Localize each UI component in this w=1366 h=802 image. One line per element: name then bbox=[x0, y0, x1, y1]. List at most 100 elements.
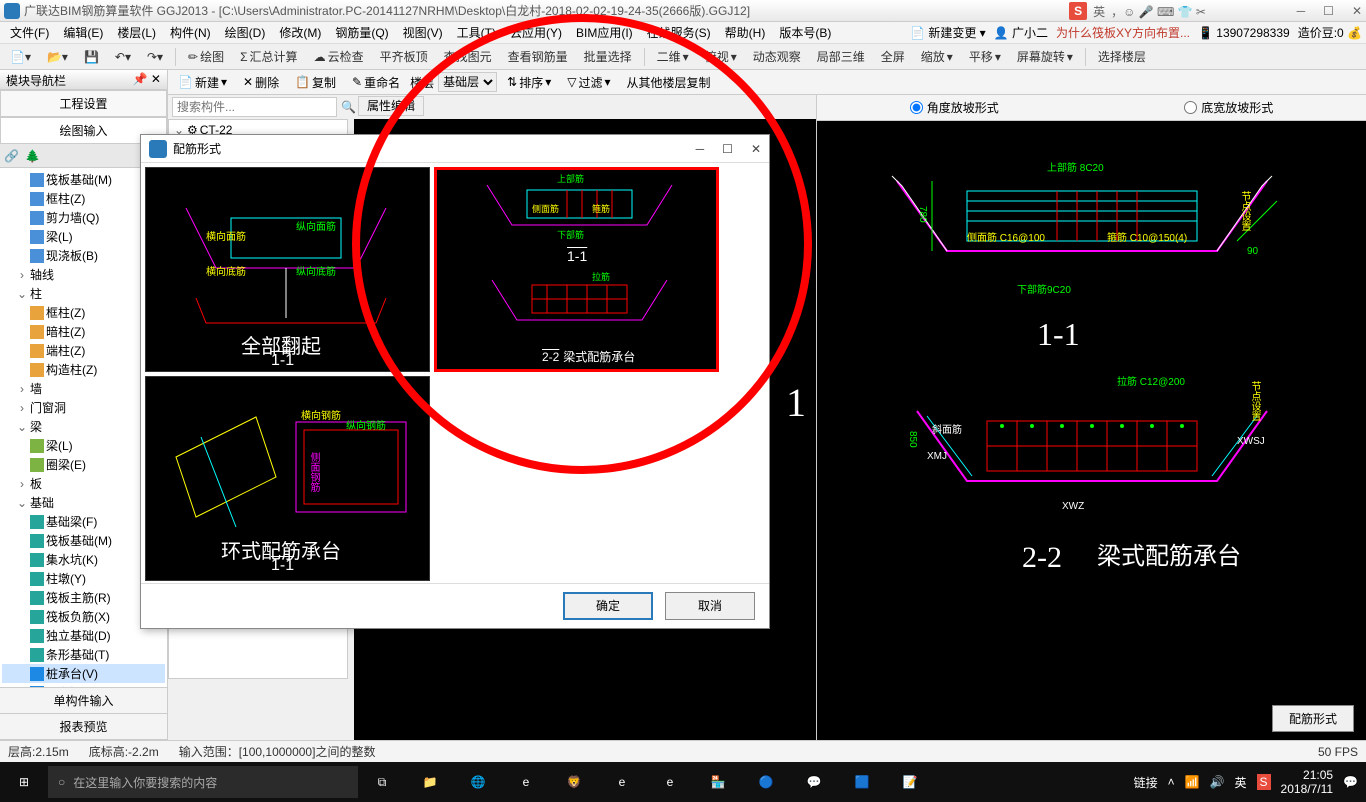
tray-ime-icon[interactable]: 英 bbox=[1235, 774, 1247, 791]
cancel-button[interactable]: 取消 bbox=[665, 592, 755, 620]
config-style-button[interactable]: 配筋形式 bbox=[1272, 705, 1354, 732]
tab-single-input[interactable]: 单构件输入 bbox=[0, 688, 167, 714]
filter-button[interactable]: ▽ 过滤▾ bbox=[561, 72, 616, 93]
taskbar-app-2[interactable]: 🌐 bbox=[454, 762, 502, 802]
menu-rebar[interactable]: 钢筋量(Q) bbox=[329, 22, 394, 43]
tray-sogou-icon[interactable]: S bbox=[1257, 774, 1271, 790]
menu-cloud[interactable]: 云应用(Y) bbox=[504, 22, 568, 43]
taskbar-app-8[interactable]: 🔵 bbox=[742, 762, 790, 802]
menu-version[interactable]: 版本号(B) bbox=[773, 22, 837, 43]
menu-file[interactable]: 文件(F) bbox=[4, 22, 55, 43]
tray-connection[interactable]: 链接 bbox=[1134, 774, 1158, 791]
align-top-button[interactable]: 平齐板顶 bbox=[374, 46, 434, 67]
menu-edit[interactable]: 编辑(E) bbox=[57, 22, 109, 43]
menu-modify[interactable]: 修改(M) bbox=[273, 22, 327, 43]
find-button[interactable]: 查找图元 bbox=[438, 46, 498, 67]
menu-draw[interactable]: 绘图(D) bbox=[219, 22, 272, 43]
taskbar-app-9[interactable]: 💬 bbox=[790, 762, 838, 802]
menu-online[interactable]: 在线服务(S) bbox=[641, 22, 717, 43]
dialog-maximize-icon[interactable]: ☐ bbox=[722, 142, 733, 156]
radio-width-slope[interactable]: 底宽放坡形式 bbox=[1184, 99, 1273, 116]
tree-item[interactable]: 条形基础(T) bbox=[2, 645, 165, 664]
redo-icon[interactable]: ↷▾ bbox=[141, 48, 169, 66]
user-label[interactable]: 👤 广小二 bbox=[994, 24, 1048, 41]
tray-volume-icon[interactable]: 🔊 bbox=[1210, 775, 1225, 789]
diagram-svg bbox=[817, 121, 1366, 681]
tab-report-preview[interactable]: 报表预览 bbox=[0, 714, 167, 740]
copy-button[interactable]: 📋 复制 bbox=[289, 72, 342, 93]
menu-bim[interactable]: BIM应用(I) bbox=[570, 22, 639, 43]
save-icon[interactable]: 💾 bbox=[78, 48, 105, 66]
menu-tool[interactable]: 工具(T) bbox=[451, 22, 502, 43]
ime-lang[interactable]: 英 bbox=[1093, 3, 1105, 20]
tray-clock[interactable]: 21:052018/7/11 bbox=[1281, 768, 1334, 797]
menu-view[interactable]: 视图(V) bbox=[397, 22, 449, 43]
taskbar-app-4[interactable]: 🦁 bbox=[550, 762, 598, 802]
taskbar-app-7[interactable]: 🏪 bbox=[694, 762, 742, 802]
local-3d-button[interactable]: 局部三维 bbox=[811, 46, 871, 67]
delete-button[interactable]: ✕ 删除 bbox=[237, 72, 285, 93]
cloud-check-button[interactable]: ☁ 云检查 bbox=[308, 46, 370, 67]
taskbar-app-1[interactable]: 📁 bbox=[406, 762, 454, 802]
radio-angle-slope[interactable]: 角度放坡形式 bbox=[910, 99, 999, 116]
2d-button[interactable]: 二维▾ bbox=[651, 46, 695, 67]
rename-button[interactable]: ✎ 重命名 bbox=[346, 72, 406, 93]
style-thumb-3[interactable]: 横向钢筋 纵向钢筋 侧面钢筋 环式配筋承台 1-1 bbox=[145, 376, 430, 581]
new-component-button[interactable]: 📄 新建▾ bbox=[172, 72, 233, 93]
link-icon[interactable]: 🔗 bbox=[4, 149, 19, 163]
floor-select[interactable]: 基础层 bbox=[438, 72, 497, 92]
minimize-icon[interactable]: ─ bbox=[1297, 4, 1306, 18]
view-rebar-button[interactable]: 查看钢筋量 bbox=[502, 46, 574, 67]
pin-icon[interactable]: 📌 ✕ bbox=[133, 72, 161, 87]
node-settings-2[interactable]: 节点设置 bbox=[1247, 381, 1262, 421]
style-thumb-2[interactable]: 上部筋 侧面筋 箍筋 下部筋 1-1 拉筋 2-2 梁式配筋承台 bbox=[434, 167, 719, 372]
orbit-button[interactable]: 动态观察 bbox=[747, 46, 807, 67]
status-fps: 50 FPS bbox=[1318, 745, 1358, 759]
dialog-minimize-icon[interactable]: ─ bbox=[696, 142, 705, 156]
taskbar-app-6[interactable]: e bbox=[646, 762, 694, 802]
top-view-button[interactable]: 俯视▾ bbox=[699, 46, 743, 67]
taskbar-app-5[interactable]: e bbox=[598, 762, 646, 802]
dialog-close-icon[interactable]: ✕ bbox=[751, 142, 761, 156]
fullscreen-button[interactable]: 全屏 bbox=[875, 46, 911, 67]
taskbar-search[interactable]: ○ 在这里输入你要搜索的内容 bbox=[48, 766, 358, 798]
undo-icon[interactable]: ↶▾ bbox=[109, 48, 137, 66]
tree-item[interactable]: 桩承台(V) bbox=[2, 664, 165, 683]
property-edit-button[interactable]: 属性编辑 bbox=[358, 96, 424, 116]
ime-icons[interactable]: ，☺ 🎤 ⌨ 👕 ✂ bbox=[1111, 3, 1206, 20]
search-input[interactable] bbox=[172, 97, 337, 117]
dim-780: 780 bbox=[917, 206, 928, 223]
open-file-icon[interactable]: 📂▾ bbox=[41, 48, 74, 66]
taskbar-app-10[interactable]: 🟦 bbox=[838, 762, 886, 802]
task-view-icon[interactable]: ⧉ bbox=[358, 762, 406, 802]
ok-button[interactable]: 确定 bbox=[563, 592, 653, 620]
tab-project-settings[interactable]: 工程设置 bbox=[0, 90, 167, 117]
menu-help[interactable]: 帮助(H) bbox=[719, 22, 772, 43]
style-thumb-1[interactable]: 横向面筋 纵向面筋 横向底筋 纵向底筋 全部翻起 1-1 bbox=[145, 167, 430, 372]
sort-button[interactable]: ⇅ 排序▾ bbox=[501, 72, 557, 93]
tray-network-icon[interactable]: 📶 bbox=[1185, 775, 1200, 789]
tray-notifications-icon[interactable]: 💬 bbox=[1343, 775, 1358, 789]
taskbar-app-3[interactable]: e bbox=[502, 762, 550, 802]
draw-button[interactable]: ✏ 绘图 bbox=[182, 46, 230, 67]
ad-link[interactable]: 为什么筏板XY方向布置... bbox=[1056, 24, 1190, 41]
pan-button[interactable]: 平移▾ bbox=[963, 46, 1007, 67]
taskbar-app-11[interactable]: 📝 bbox=[886, 762, 934, 802]
tray-up-icon[interactable]: ˄ bbox=[1168, 775, 1175, 789]
node-settings-1[interactable]: 节点设置 bbox=[1237, 191, 1252, 231]
menu-component[interactable]: 构件(N) bbox=[164, 22, 217, 43]
maximize-icon[interactable]: ☐ bbox=[1323, 4, 1334, 18]
select-floor-button[interactable]: 选择楼层 bbox=[1092, 46, 1152, 67]
start-button[interactable]: ⊞ bbox=[0, 762, 48, 802]
new-file-icon[interactable]: 📄▾ bbox=[4, 48, 37, 66]
tree-icon[interactable]: 🌲 bbox=[25, 149, 40, 163]
batch-select-button[interactable]: 批量选择 bbox=[578, 46, 638, 67]
sogou-icon[interactable]: S bbox=[1069, 2, 1087, 20]
new-change-button[interactable]: 📄 新建变更 ▾ bbox=[910, 24, 986, 41]
zoom-button[interactable]: 缩放▾ bbox=[915, 46, 959, 67]
close-icon[interactable]: ✕ bbox=[1352, 4, 1362, 18]
menu-floor[interactable]: 楼层(L) bbox=[111, 22, 162, 43]
sum-button[interactable]: Σ 汇总计算 bbox=[234, 46, 303, 67]
rotate-button[interactable]: 屏幕旋转▾ bbox=[1011, 46, 1079, 67]
copy-from-floor-button[interactable]: 从其他楼层复制 bbox=[621, 72, 717, 93]
